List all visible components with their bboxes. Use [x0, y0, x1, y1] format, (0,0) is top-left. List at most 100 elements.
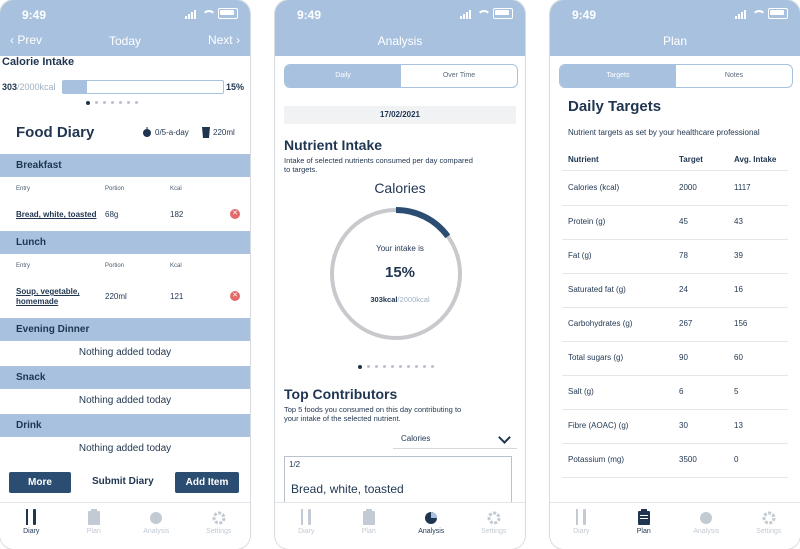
ring-title: Calories	[374, 180, 426, 196]
table-row: Calories (kcal) 2000 1117	[562, 171, 788, 206]
col-entry: Entry	[16, 263, 31, 269]
nav-title: Analysis	[377, 34, 423, 48]
top-contributors-description: Top 5 foods you consumed on this day con…	[284, 405, 516, 423]
water-intake: 220ml	[202, 127, 235, 138]
header-nutrient: Nutrient	[568, 155, 599, 164]
cup-icon	[202, 127, 210, 138]
next-button[interactable]: Next ›	[208, 33, 240, 47]
signal-icon	[185, 9, 196, 19]
page-dots[interactable]	[86, 101, 138, 105]
page-dot	[415, 365, 418, 368]
contrib-desc-line1: Top 5 foods you consumed on this day con…	[284, 405, 462, 414]
tab-bar: Diary Plan Analysis Settings	[0, 502, 250, 549]
ring-target: /2000kcal	[397, 295, 430, 304]
battery-icon	[218, 8, 238, 19]
tab-diary-label: Diary	[298, 528, 315, 535]
delete-icon[interactable]: ✕	[230, 209, 240, 219]
top-contributors-title: Top Contributors	[284, 386, 398, 402]
submit-diary-button[interactable]: Submit Diary	[92, 476, 154, 487]
cutlery-icon	[301, 509, 312, 525]
apple-icon	[143, 127, 151, 137]
tab-diary[interactable]: Diary	[550, 503, 613, 549]
tab-settings-label: Settings	[206, 528, 232, 535]
tab-plan[interactable]: Plan	[613, 503, 676, 549]
battery-icon	[768, 8, 788, 19]
analysis-segment-control: Daily Over Time	[284, 64, 518, 88]
empty-message: Nothing added today	[78, 395, 172, 406]
segment-notes[interactable]: Notes	[676, 65, 792, 87]
section-lunch[interactable]: Lunch	[0, 231, 250, 254]
daily-targets-title: Daily Targets	[568, 98, 662, 115]
add-item-button[interactable]: Add Item	[175, 472, 239, 493]
clipboard-icon	[362, 509, 375, 525]
tab-plan[interactable]: Plan	[338, 503, 401, 549]
header-target: Target	[679, 155, 703, 164]
clipboard-icon	[87, 509, 100, 525]
segment-daily[interactable]: Daily	[285, 65, 401, 87]
next-label: Next	[207, 33, 233, 47]
contributor-count: 1/2	[289, 460, 301, 469]
segment-over-time[interactable]: Over Time	[401, 65, 517, 87]
signal-icon	[735, 9, 746, 19]
page-dot	[95, 101, 98, 104]
diary-screen: 9:49 ‹ Prev Today Next › Calorie Intake …	[0, 0, 250, 549]
tab-settings[interactable]: Settings	[463, 503, 526, 549]
nutrient-desc-line2: to targets.	[284, 165, 318, 174]
calorie-target: /2000kcal	[17, 82, 56, 92]
status-icons	[735, 8, 788, 19]
nav-title: Plan	[662, 34, 688, 48]
section-snack[interactable]: Snack	[0, 366, 250, 389]
date-label: 17/02/2021	[284, 106, 516, 124]
calorie-progress-bar	[62, 80, 224, 94]
cell-avg: 43	[734, 217, 743, 226]
entry-breakfast-name[interactable]: Bread, white, toasted	[16, 210, 96, 220]
chevron-down-icon	[498, 431, 511, 444]
tab-settings[interactable]: Settings	[738, 503, 800, 549]
page-dots[interactable]	[358, 365, 434, 369]
status-icons	[460, 8, 513, 19]
daily-targets-subtitle: Nutrient targets as set by your healthca…	[568, 128, 760, 137]
cell-target: 90	[679, 353, 688, 362]
ring-value: 303kcal/2000kcal	[275, 295, 525, 304]
page-dot	[111, 101, 114, 104]
cell-nutrient: Salt (g)	[568, 387, 594, 396]
nutrient-select[interactable]: Calories	[393, 430, 517, 449]
empty-message: Nothing added today	[78, 443, 172, 454]
col-kcal: Kcal	[170, 186, 182, 192]
entry-lunch-name[interactable]: Soup, vegetable, homemade	[16, 287, 80, 307]
plan-screen: 9:49 Plan Targets Notes Daily Targets Nu…	[550, 0, 800, 549]
cell-target: 45	[679, 217, 688, 226]
page-dot	[399, 365, 402, 368]
segment-targets[interactable]: Targets	[560, 65, 676, 87]
calorie-value: 303/2000kcal	[2, 82, 56, 92]
tab-settings-label: Settings	[756, 528, 782, 535]
ring-intake-label: Your intake is	[376, 244, 424, 253]
tab-diary[interactable]: Diary	[275, 503, 338, 549]
ring-consumed: 303kcal	[370, 295, 398, 304]
col-portion: Portion	[105, 186, 125, 192]
page-dot	[407, 365, 410, 368]
plan-segment-control: Targets Notes	[559, 64, 793, 88]
tab-settings-label: Settings	[481, 528, 507, 535]
entry-breakfast-kcal: 182	[170, 210, 184, 219]
more-button[interactable]: More	[9, 472, 71, 493]
tab-analysis[interactable]: Analysis	[675, 503, 738, 549]
contributor-item: Bread, white, toasted	[291, 482, 404, 496]
section-breakfast[interactable]: Breakfast	[0, 154, 250, 177]
page-dot	[119, 101, 122, 104]
page-dot	[358, 365, 362, 369]
pie-chart-icon	[150, 512, 163, 524]
status-icons	[185, 8, 238, 19]
tab-plan[interactable]: Plan	[63, 503, 126, 549]
table-row: Fat (g) 78 39	[562, 239, 788, 274]
tab-analysis[interactable]: Analysis	[400, 503, 463, 549]
section-drink[interactable]: Drink	[0, 414, 250, 437]
tab-analysis[interactable]: Analysis	[125, 503, 188, 549]
section-evening-dinner[interactable]: Evening Dinner	[0, 318, 250, 341]
calorie-percent: 15%	[225, 82, 244, 92]
cell-nutrient: Saturated fat (g)	[568, 285, 626, 294]
delete-icon[interactable]: ✕	[230, 291, 240, 301]
cutlery-icon	[576, 509, 587, 525]
tab-settings[interactable]: Settings	[188, 503, 251, 549]
tab-diary[interactable]: Diary	[0, 503, 63, 549]
